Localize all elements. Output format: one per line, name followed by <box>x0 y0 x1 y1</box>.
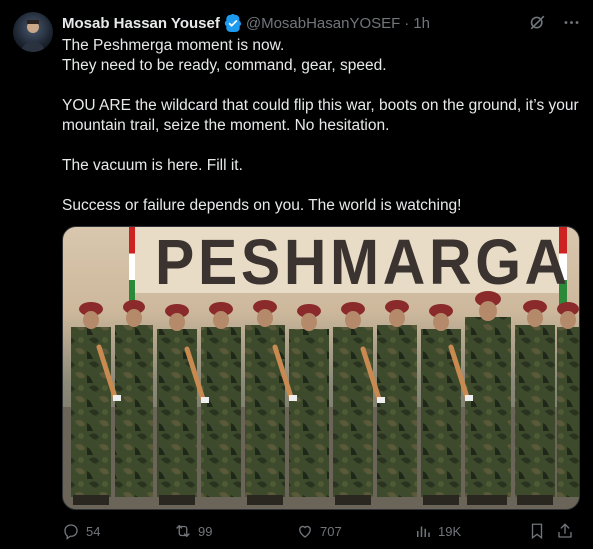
bookmark-icon <box>531 523 543 540</box>
banner-text: PESHMARGA <box>155 226 571 298</box>
like-icon <box>299 525 311 538</box>
more-icon[interactable] <box>561 12 581 32</box>
tweet-text: The Peshmerga moment is now. They need t… <box>62 36 582 216</box>
tweet-actions: 54 99 707 19K <box>62 520 581 542</box>
avatar-image <box>21 20 45 52</box>
views-button[interactable]: 19K <box>414 522 461 540</box>
tweet[interactable]: Mosab Hassan Yousef @MosabHasanYOSEF · 1… <box>0 0 593 549</box>
separator-dot: · <box>404 14 410 32</box>
author-handle[interactable]: @MosabHasanYOSEF <box>246 15 400 32</box>
repost-icon <box>176 525 190 537</box>
tweet-line: They need to be ready, command, gear, sp… <box>62 57 387 74</box>
like-button[interactable]: 707 <box>296 522 342 540</box>
tweet-header: Mosab Hassan Yousef @MosabHasanYOSEF · 1… <box>62 12 581 34</box>
grok-icon[interactable] <box>527 12 547 32</box>
reply-button[interactable]: 54 <box>62 522 100 540</box>
soldiers-illustration <box>63 291 579 509</box>
repost-count: 99 <box>198 523 213 539</box>
repost-button[interactable]: 99 <box>174 522 212 540</box>
tweet-line: YOU ARE the wildcard that could flip thi… <box>62 97 579 134</box>
tweet-photo[interactable]: PESHMARGA <box>62 226 580 510</box>
bookmark-button[interactable] <box>528 522 546 540</box>
views-icon <box>417 526 430 537</box>
tweet-line: Success or failure depends on you. The w… <box>62 197 462 214</box>
reply-icon <box>64 524 78 540</box>
author-name[interactable]: Mosab Hassan Yousef <box>62 15 220 32</box>
header-actions <box>527 12 581 32</box>
like-count: 707 <box>320 523 342 539</box>
verified-icon <box>224 14 242 32</box>
reply-count: 54 <box>86 523 101 539</box>
share-icon <box>558 523 572 538</box>
avatar[interactable] <box>13 12 53 52</box>
timestamp[interactable]: 1h <box>413 15 430 32</box>
share-button[interactable] <box>556 522 574 540</box>
views-count: 19K <box>438 523 462 539</box>
tweet-line: The Peshmerga moment is now. <box>62 37 285 54</box>
tweet-line: The vacuum is here. Fill it. <box>62 157 243 174</box>
